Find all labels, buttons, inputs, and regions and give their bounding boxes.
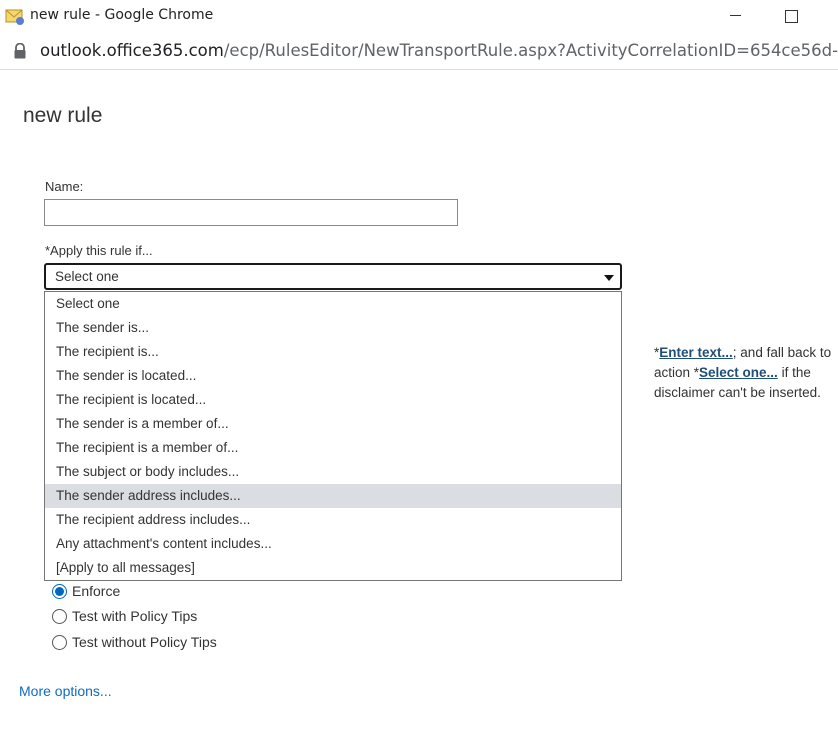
radio-button[interactable] <box>52 634 67 650</box>
dropdown-option[interactable]: Select one <box>45 292 621 316</box>
radio-test-with-policy-tips[interactable]: Test with Policy Tips <box>52 605 197 627</box>
dropdown-option[interactable]: The sender is a member of... <box>45 412 621 436</box>
disclaimer-text: *Enter text...; and fall back to action … <box>654 345 832 400</box>
dropdown-option[interactable]: The sender address includes... <box>45 484 621 508</box>
name-label: Name: <box>45 179 84 194</box>
name-input[interactable] <box>44 199 458 226</box>
dropdown-option[interactable]: The recipient address includes... <box>45 508 621 532</box>
lock-icon <box>14 43 26 59</box>
more-options-link[interactable]: More options... <box>19 683 112 699</box>
caret-down-icon <box>604 275 614 281</box>
radio-button[interactable] <box>52 608 67 624</box>
enter-text-link[interactable]: Enter text... <box>659 345 733 360</box>
dropdown-option[interactable]: The recipient is a member of... <box>45 436 621 460</box>
radio-button[interactable] <box>52 583 67 599</box>
url-text[interactable]: outlook.office365.com/ecp/RulesEditor/Ne… <box>40 41 838 60</box>
window-titlebar: new rule - Google Chrome <box>0 0 838 32</box>
window-title: new rule - Google Chrome <box>30 7 214 23</box>
apply-rule-select[interactable]: Select one <box>44 263 622 290</box>
dropdown-option[interactable]: The recipient is... <box>45 340 621 364</box>
radio-test-without-policy-tips[interactable]: Test without Policy Tips <box>52 631 217 653</box>
address-bar[interactable]: outlook.office365.com/ecp/RulesEditor/Ne… <box>0 32 838 70</box>
dropdown-option[interactable]: Any attachment's content includes... <box>45 532 621 556</box>
dropdown-option[interactable]: [Apply to all messages] <box>45 556 621 580</box>
apply-rule-dropdown[interactable]: Select one The sender is... The recipient … <box>44 291 622 581</box>
dropdown-option[interactable]: The subject or body includes... <box>45 460 621 484</box>
dropdown-option[interactable]: The recipient is located... <box>45 388 621 412</box>
radio-enforce[interactable]: Enforce <box>52 580 120 602</box>
apply-rule-label: *Apply this rule if... <box>45 243 153 258</box>
select-one-link[interactable]: Select one... <box>699 365 778 380</box>
dropdown-option[interactable]: The sender is located... <box>45 364 621 388</box>
mail-envelope-icon <box>5 9 24 25</box>
page-title: new rule <box>23 104 103 127</box>
maximize-button[interactable] <box>779 4 803 28</box>
dropdown-option[interactable]: The sender is... <box>45 316 621 340</box>
radio-label: Test without Policy Tips <box>72 634 217 650</box>
radio-label: Enforce <box>72 583 121 599</box>
minimize-button[interactable] <box>724 4 748 28</box>
radio-label: Test with Policy Tips <box>72 608 198 624</box>
select-value: Select one <box>55 269 119 284</box>
